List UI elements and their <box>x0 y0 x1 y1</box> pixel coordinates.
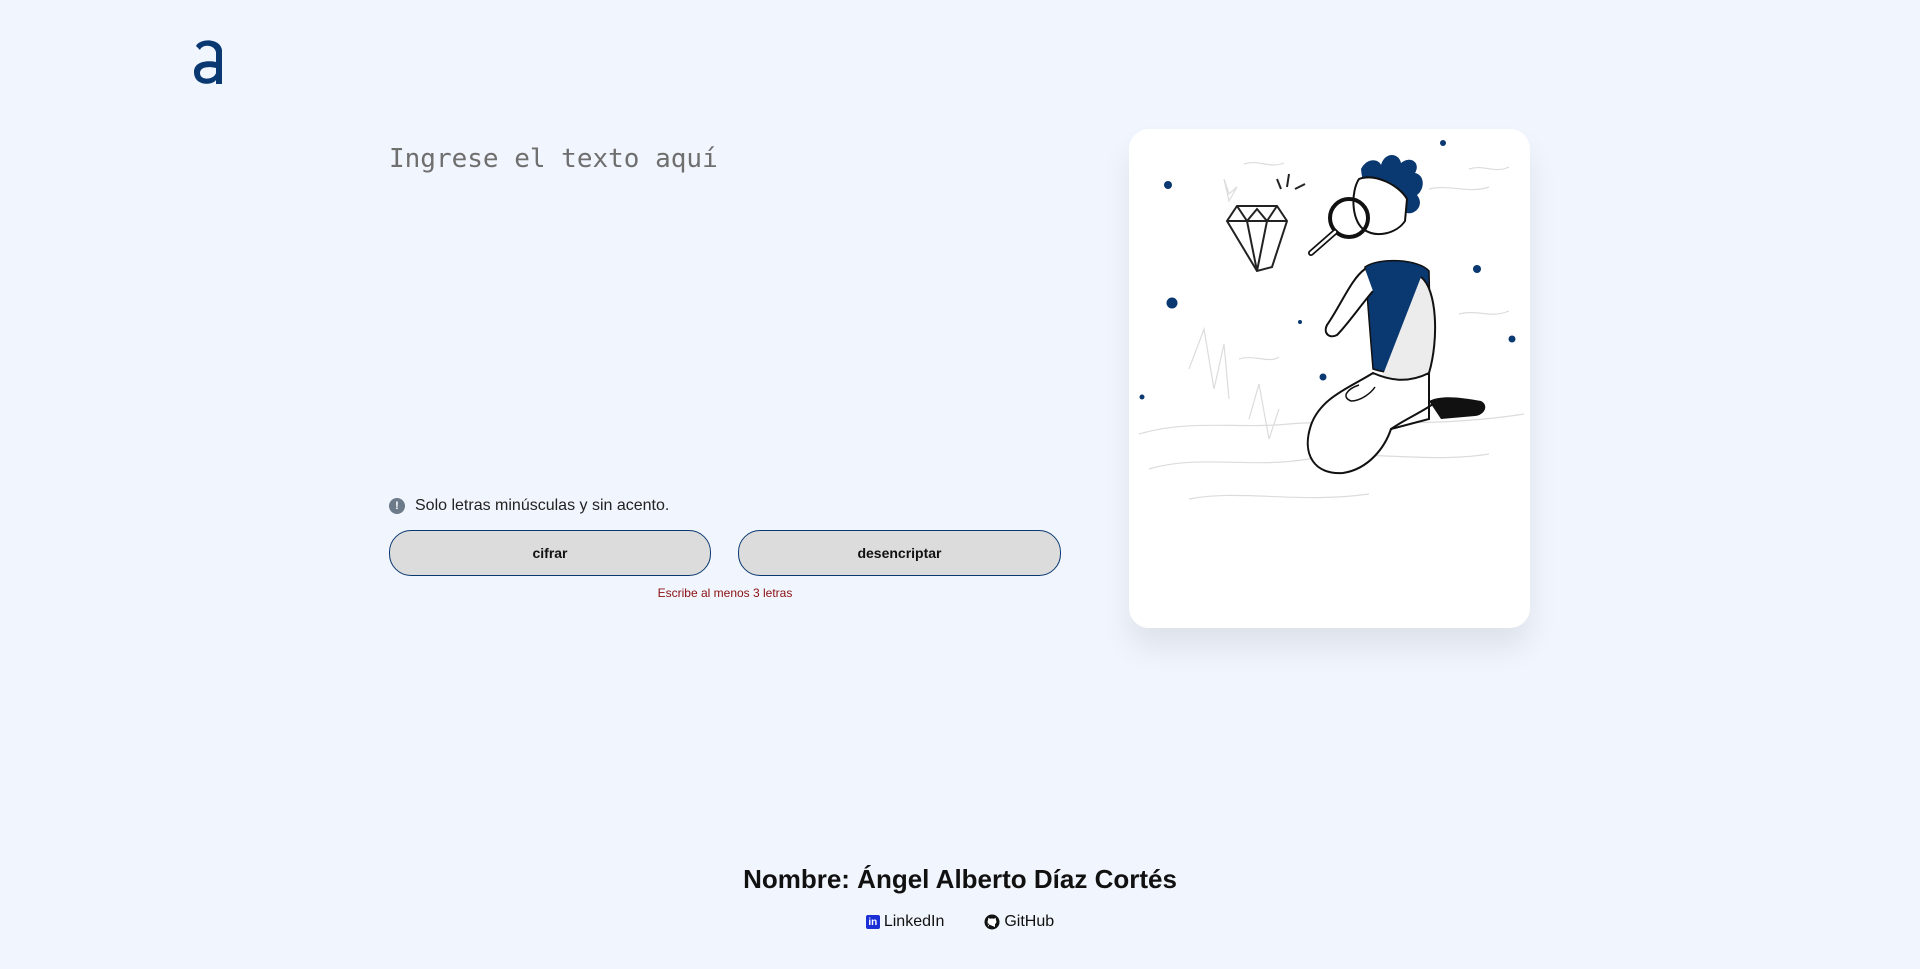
exclamation-circle-icon: ! <box>389 498 405 514</box>
hint-row: ! Solo letras minúsculas y sin acento. <box>389 496 669 516</box>
message-input[interactable] <box>389 139 1050 479</box>
page: ! Solo letras minúsculas y sin acento. c… <box>0 0 1920 969</box>
output-card <box>1129 129 1530 628</box>
footer-links: in LinkedIn GitHub <box>0 913 1920 931</box>
github-icon <box>984 914 1000 930</box>
linkedin-label: LinkedIn <box>883 913 945 930</box>
logo[interactable] <box>190 36 228 88</box>
github-link[interactable]: GitHub <box>984 913 1054 931</box>
linkedin-icon: in <box>865 915 880 929</box>
encrypt-button[interactable]: cifrar <box>389 530 711 576</box>
validation-error: Escribe al menos 3 letras <box>657 586 793 600</box>
linkedin-link[interactable]: in LinkedIn <box>865 913 945 931</box>
illustration <box>1138 140 1525 500</box>
author-name: Nombre: Ángel Alberto Díaz Cortés <box>743 864 1177 894</box>
decrypt-button[interactable]: desencriptar <box>738 530 1061 576</box>
github-label: GitHub <box>1004 913 1055 930</box>
hint-text: Solo letras minúsculas y sin acento. <box>415 497 670 514</box>
